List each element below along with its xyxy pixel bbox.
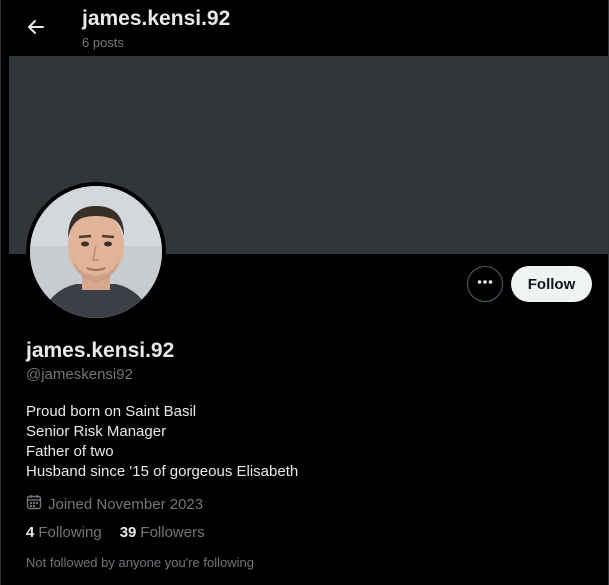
followers-link[interactable]: 39 Followers xyxy=(120,524,205,541)
bio-line: Proud born on Saint Basil xyxy=(26,403,197,420)
follow-button[interactable]: Follow xyxy=(511,266,592,302)
avatar[interactable] xyxy=(26,182,166,322)
back-button[interactable] xyxy=(21,14,51,44)
posts-count: 6 posts xyxy=(82,35,124,50)
avatar-photo xyxy=(30,186,162,318)
user-handle: @jameskensi92 xyxy=(26,366,133,383)
display-name: james.kensi.92 xyxy=(26,339,175,362)
joined-date: Joined November 2023 xyxy=(26,494,203,514)
not-followed-note: Not followed by anyone you're following xyxy=(26,555,254,570)
arrow-left-icon xyxy=(26,17,46,42)
following-label: Following xyxy=(38,524,102,541)
header-title: james.kensi.92 xyxy=(82,7,231,30)
following-count: 4 xyxy=(26,524,35,541)
calendar-icon xyxy=(26,494,42,514)
followers-count: 39 xyxy=(119,524,137,541)
more-horizontal-icon xyxy=(476,273,494,296)
bio-line: Senior Risk Manager xyxy=(26,423,167,440)
joined-text: Joined November 2023 xyxy=(48,495,204,513)
profile-page: james.kensi.92 6 posts Follow james.kens… xyxy=(0,0,609,585)
bio: Proud born on Saint Basil Senior Risk Ma… xyxy=(26,402,298,482)
more-options-button[interactable] xyxy=(467,266,503,302)
follow-stats: 4 Following 39 Followers xyxy=(26,524,205,541)
following-link[interactable]: 4 Following xyxy=(26,524,102,541)
bio-line: Husband since '15 of gorgeous Elisabeth xyxy=(26,463,299,480)
profile-header: james.kensi.92 6 posts xyxy=(1,0,608,56)
followers-label: Followers xyxy=(140,524,205,541)
bio-line: Father of two xyxy=(26,443,114,460)
